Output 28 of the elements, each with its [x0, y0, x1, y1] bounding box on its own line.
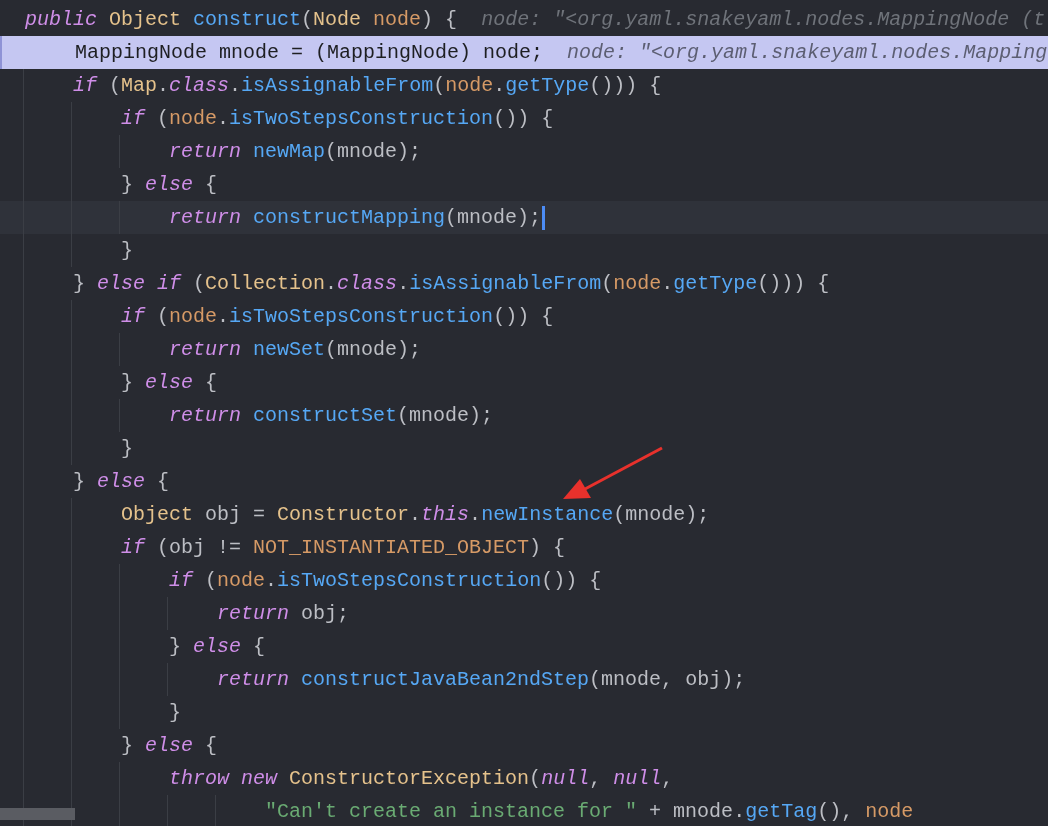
code-line: if (node.isTwoStepsConstruction()) { [169, 567, 602, 594]
code-line: return constructMapping(mnode); [169, 204, 542, 231]
code-line: "Can't create an instance for " + mnode.getTag(), node [265, 798, 914, 825]
code-line: Object obj = Constructor.this.newInstance(mnode); [121, 501, 710, 528]
code-line: throw new ConstructorException(null, null, [169, 765, 674, 792]
code-line: public Object construct(Node node) { [25, 6, 458, 33]
code-line: } else { [121, 732, 218, 759]
code-line: return newMap(mnode); [169, 138, 422, 165]
code-line: } else if (Collection.class.isAssignableFrom(node.getType())) { [73, 270, 830, 297]
code-line: if (node.isTwoStepsConstruction()) { [121, 105, 554, 132]
code-line: } else { [73, 468, 170, 495]
code-line: return obj; [217, 600, 350, 627]
code-line: MappingNode mnode = (MappingNode) node; [75, 39, 544, 66]
code-line: } [169, 699, 182, 726]
code-line: } else { [121, 369, 218, 396]
inline-hint: node: "<org.yaml.snakeyaml.nodes.Mapping [567, 39, 1048, 66]
code-line: } [121, 435, 134, 462]
inline-hint: node: "<org.yaml.snakeyaml.nodes.MappingNode (t [481, 6, 1046, 33]
code-line: } else { [121, 171, 218, 198]
code-line: } [121, 237, 134, 264]
code-line: if (Map.class.isAssignableFrom(node.getType())) { [73, 72, 662, 99]
horizontal-scrollbar[interactable] [0, 808, 75, 820]
code-line: return constructSet(mnode); [169, 402, 494, 429]
code-line: if (node.isTwoStepsConstruction()) { [121, 303, 554, 330]
code-line: return constructJavaBean2ndStep(mnode, obj); [217, 666, 746, 693]
code-line: } else { [169, 633, 266, 660]
code-line: return newSet(mnode); [169, 336, 422, 363]
code-line: if (obj != NOT_INSTANTIATED_OBJECT) { [121, 534, 566, 561]
